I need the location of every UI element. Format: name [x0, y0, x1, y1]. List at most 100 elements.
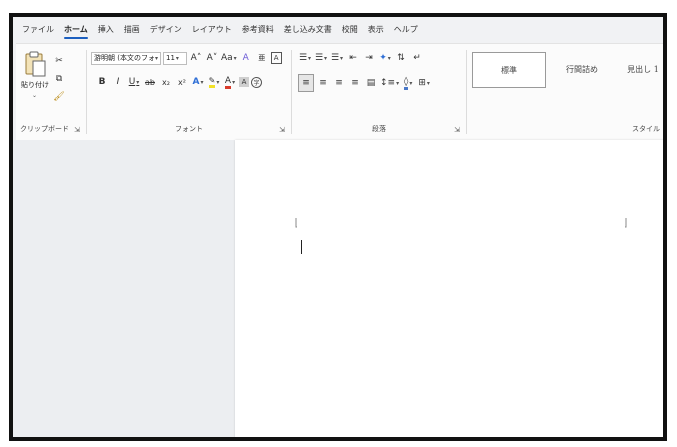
- divider: [291, 50, 292, 134]
- grow-font-button[interactable]: A˄: [189, 50, 203, 66]
- paragraph-dialog-launcher[interactable]: ⇲: [454, 126, 460, 134]
- distributed-icon: ▤: [366, 78, 376, 88]
- bullets-icon: ☰: [298, 53, 308, 63]
- line-spacing-button[interactable]: ↕≡ ▾: [380, 75, 399, 91]
- paragraph-row-2: ≡ ≡ ≡ ≡ ▤ ↕≡ ▾ ◊ ▾ ⊞ ▾: [298, 74, 431, 92]
- font-color-label: A: [224, 76, 232, 89]
- font-color-button[interactable]: A ▾: [223, 74, 237, 90]
- asian-layout-button[interactable]: ✦ ▾: [378, 50, 392, 66]
- multilevel-list-icon: ☰: [330, 53, 340, 63]
- tab-design[interactable]: デザイン: [145, 17, 187, 43]
- numbering-icon: ☰: [314, 53, 324, 63]
- sort-button[interactable]: ⇅: [394, 50, 408, 66]
- tab-layout[interactable]: レイアウト: [187, 17, 237, 43]
- distributed-button[interactable]: ▤: [364, 75, 378, 91]
- decrease-indent-icon: ⇤: [349, 53, 357, 63]
- numbering-button[interactable]: ☰ ▾: [314, 50, 328, 66]
- paste-button[interactable]: 貼り付け ⌄: [21, 48, 49, 108]
- increase-indent-button[interactable]: ⇥: [362, 50, 376, 66]
- format-painter-button[interactable]: 🖌: [52, 84, 66, 105]
- paragraph-group: ☰ ▾ ☰ ▾ ☰ ▾ ⇤ ⇥ ✦ ▾ ⇅ ↵ ≡ ≡ ≡ ≡ ▤ ↕≡ ▾ ◊ ▾ ⊞ ▾ …: [294, 44, 464, 140]
- style-no-spacing[interactable]: 行間詰め: [546, 52, 618, 86]
- highlighter-icon: ✎: [208, 76, 216, 88]
- align-center-icon: ≡: [319, 78, 327, 88]
- chevron-down-icon: ▾: [175, 54, 179, 62]
- ribbon-tabs: ファイル ホーム 挿入 描画 デザイン レイアウト 参考資料 差し込み文書 校閲…: [13, 17, 663, 43]
- change-case-button[interactable]: Aa ▾: [221, 50, 237, 66]
- chevron-down-icon: ▾: [409, 79, 413, 87]
- chevron-down-icon: ▾: [232, 78, 236, 86]
- justify-button[interactable]: ≡: [348, 75, 362, 91]
- italic-button[interactable]: I: [111, 74, 125, 90]
- clear-formatting-button[interactable]: A: [239, 50, 253, 66]
- document-area: [13, 140, 663, 437]
- tab-file[interactable]: ファイル: [17, 17, 59, 43]
- superscript-button[interactable]: x²: [175, 74, 189, 90]
- highlight-button[interactable]: ✎ ▾: [207, 74, 221, 90]
- font-row-1: 游明朝 (本文のフォント ▾ 11 ▾ A˄ A˅ Aa▾ A 亜 A: [91, 50, 282, 66]
- shrink-font-button[interactable]: A˅: [205, 50, 219, 66]
- styles-group-label: スタイル: [632, 125, 660, 133]
- font-row-2: B I U ▾ ab x₂ x² A ▾ ✎ ▾ A ▾ A 字: [95, 74, 262, 90]
- decrease-indent-button[interactable]: ⇤: [346, 50, 360, 66]
- subscript-button[interactable]: x₂: [159, 74, 173, 90]
- align-left-button[interactable]: ≡: [298, 74, 314, 92]
- format-painter-icon: 🖌: [53, 92, 65, 102]
- bold-button[interactable]: B: [95, 74, 109, 90]
- borders-button[interactable]: ⊞ ▾: [417, 75, 431, 91]
- ribbon: 貼り付け ⌄ ✂ ⧉ 🖌 クリップボード ⇲ 游明朝 (本文のフォント ▾: [16, 43, 663, 141]
- chevron-down-icon: ▾: [233, 54, 237, 62]
- strikethrough-button[interactable]: ab: [143, 74, 157, 90]
- tab-view[interactable]: 表示: [363, 17, 389, 43]
- chevron-down-icon: ▾: [200, 78, 204, 86]
- justify-icon: ≡: [351, 78, 359, 88]
- font-name-value: 游明朝 (本文のフォント: [94, 54, 154, 62]
- show-marks-icon: ↵: [413, 53, 421, 63]
- character-border-button[interactable]: A: [270, 52, 282, 64]
- character-shading-button[interactable]: A: [239, 77, 249, 87]
- chevron-down-icon: ▾: [324, 54, 328, 62]
- font-group: 游明朝 (本文のフォント ▾ 11 ▾ A˄ A˅ Aa▾ A 亜 A B I …: [89, 44, 289, 140]
- font-name-combobox[interactable]: 游明朝 (本文のフォント ▾: [91, 51, 161, 65]
- underline-label: U: [128, 77, 136, 87]
- clipboard-dialog-launcher[interactable]: ⇲: [74, 126, 80, 134]
- paragraph-group-label: 段落: [372, 125, 386, 133]
- tab-insert[interactable]: 挿入: [93, 17, 119, 43]
- clipboard-group: 貼り付け ⌄ ✂ ⧉ 🖌 クリップボード ⇲: [16, 44, 84, 140]
- style-heading-1[interactable]: 見出し 1: [614, 52, 663, 86]
- tab-draw[interactable]: 描画: [119, 17, 145, 43]
- font-dialog-launcher[interactable]: ⇲: [279, 126, 285, 134]
- line-spacing-icon: ↕≡: [380, 78, 396, 88]
- font-size-combobox[interactable]: 11 ▾: [163, 51, 187, 65]
- phonetic-guide-button[interactable]: 亜: [255, 50, 269, 66]
- font-size-value: 11: [166, 54, 175, 62]
- tab-review[interactable]: 校閲: [337, 17, 363, 43]
- change-case-label: Aa: [221, 53, 233, 63]
- tab-home[interactable]: ホーム: [59, 17, 93, 43]
- document-page[interactable]: [235, 140, 663, 437]
- chevron-down-icon: ⌄: [32, 92, 38, 99]
- enclose-characters-button[interactable]: 字: [251, 76, 262, 88]
- bullets-button[interactable]: ☰ ▾: [298, 50, 312, 66]
- show-marks-button[interactable]: ↵: [410, 50, 424, 66]
- text-effects-button[interactable]: A ▾: [191, 74, 205, 90]
- chevron-down-icon: ▾: [154, 54, 158, 62]
- style-normal[interactable]: 標準: [472, 52, 546, 88]
- shading-button[interactable]: ◊ ▾: [401, 75, 415, 91]
- align-right-button[interactable]: ≡: [332, 75, 346, 91]
- increase-indent-icon: ⇥: [365, 53, 373, 63]
- chevron-down-icon: ▾: [136, 78, 140, 86]
- tab-mailings[interactable]: 差し込み文書: [279, 17, 337, 43]
- tab-references[interactable]: 参考資料: [237, 17, 279, 43]
- chevron-down-icon: ▾: [396, 79, 400, 87]
- align-left-icon: ≡: [302, 78, 310, 88]
- align-right-icon: ≡: [335, 78, 343, 88]
- chevron-down-icon: ▾: [308, 54, 312, 62]
- borders-icon: ⊞: [418, 78, 426, 88]
- chevron-down-icon: ▾: [340, 54, 344, 62]
- chevron-down-icon: ▾: [387, 54, 391, 62]
- underline-button[interactable]: U ▾: [127, 74, 141, 90]
- multilevel-list-button[interactable]: ☰ ▾: [330, 50, 344, 66]
- align-center-button[interactable]: ≡: [316, 75, 330, 91]
- tab-help[interactable]: ヘルプ: [389, 17, 423, 43]
